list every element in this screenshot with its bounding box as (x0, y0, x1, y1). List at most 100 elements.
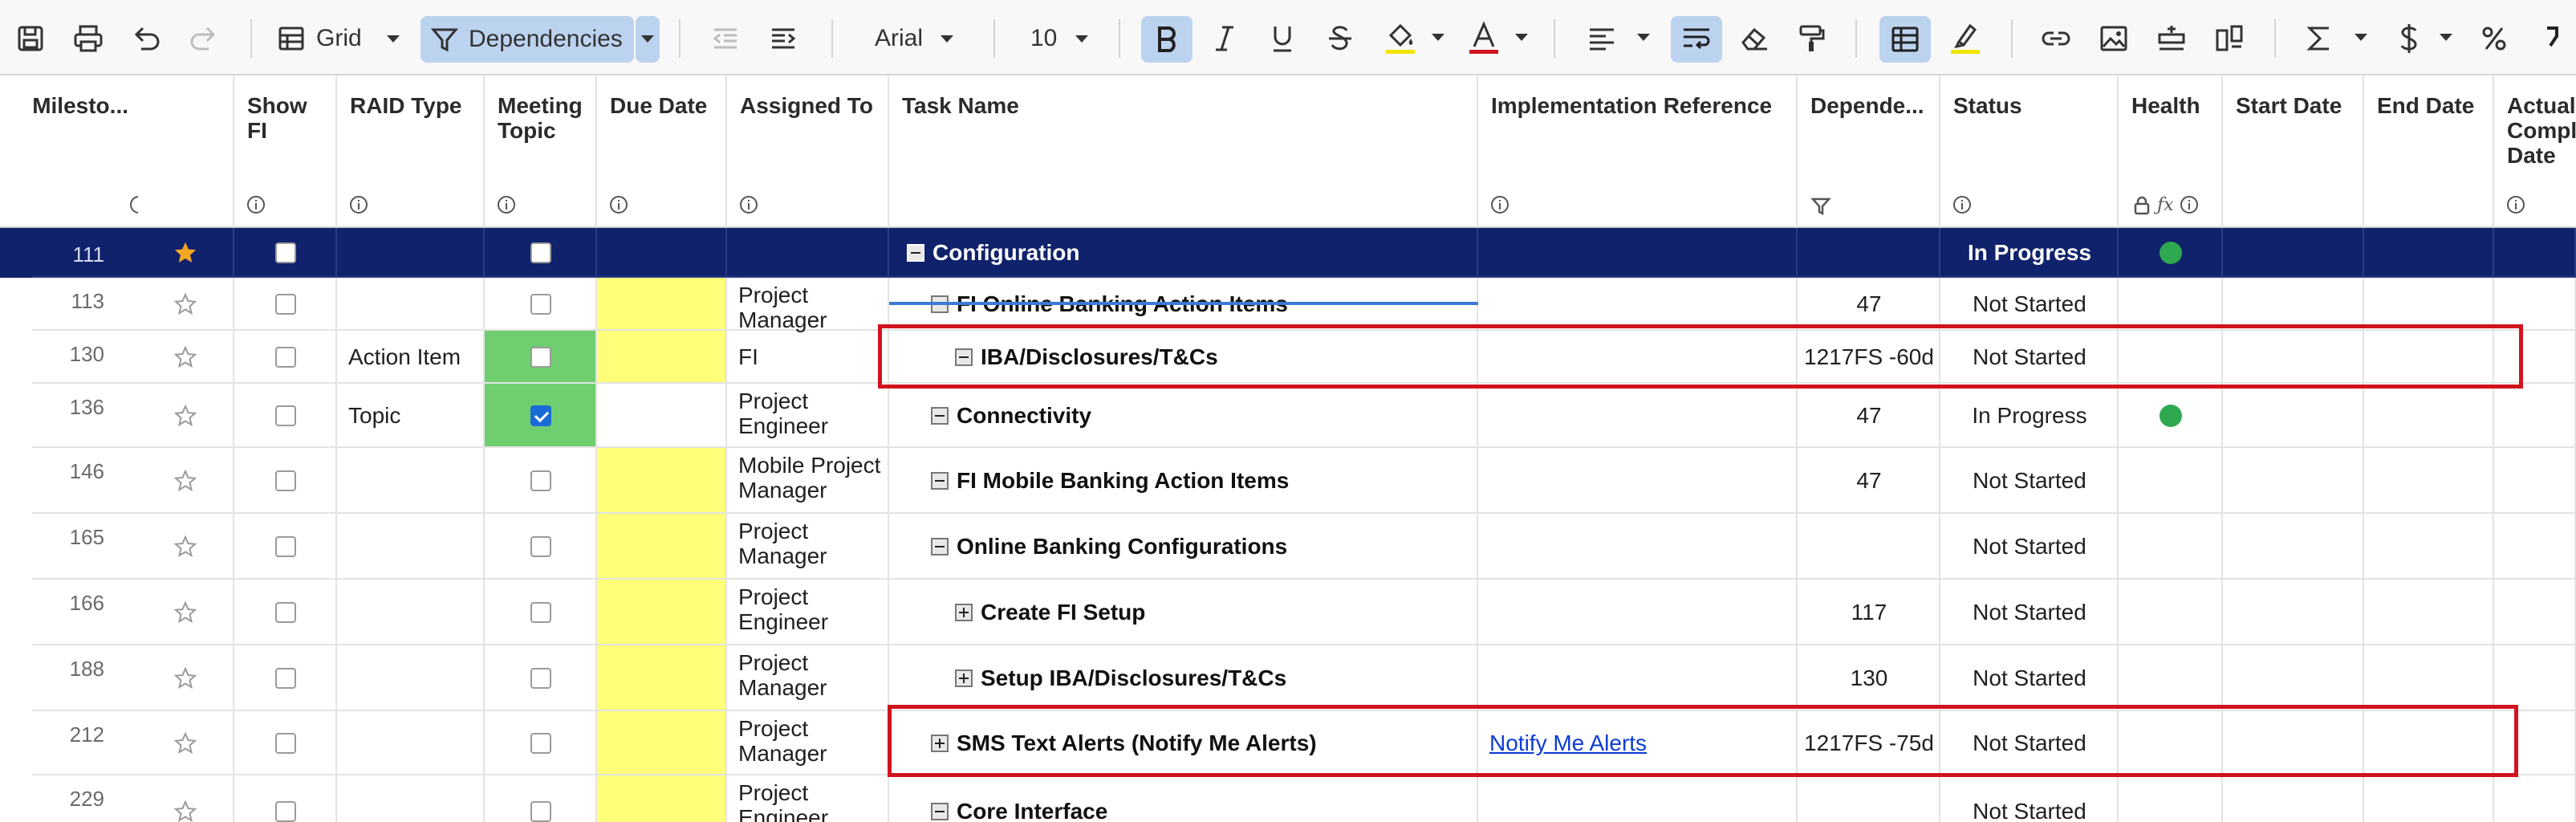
row-number[interactable]: 111 (32, 242, 112, 267)
table-row[interactable]: 229 Project Engineer Core Interface Not Sta… (0, 775, 2576, 822)
show-fi-checkbox[interactable] (275, 294, 296, 315)
row-number[interactable]: 113 (32, 289, 112, 314)
task-name[interactable]: Setup IBA/Disclosures/T&Cs (981, 665, 1286, 691)
table-cell[interactable] (2119, 514, 2223, 580)
status-value[interactable]: Not Started (1940, 665, 2119, 690)
filter-button[interactable]: Dependencies (421, 16, 634, 63)
table-cell[interactable] (337, 711, 485, 775)
table-cell[interactable] (2494, 278, 2576, 331)
underline-icon[interactable] (1263, 22, 1302, 55)
table-cell[interactable] (597, 384, 727, 448)
show-fi-checkbox[interactable] (275, 668, 296, 689)
star-icon[interactable] (174, 470, 197, 492)
percent-icon[interactable] (2475, 22, 2513, 55)
align-icon[interactable] (1583, 22, 1621, 55)
table-cell[interactable] (2119, 278, 2223, 331)
link-icon[interactable] (2037, 22, 2075, 55)
table-cell[interactable] (2364, 448, 2494, 514)
table-cell[interactable] (2364, 580, 2494, 645)
show-fi-checkbox[interactable] (275, 405, 296, 426)
star-icon[interactable] (174, 732, 197, 755)
status-value[interactable]: Not Started (1940, 534, 2119, 559)
text-color-icon[interactable] (1462, 19, 1505, 58)
table-cell[interactable] (597, 228, 727, 278)
meeting-topic-checkbox[interactable] (530, 668, 551, 689)
table-cell[interactable] (2223, 580, 2364, 645)
health-indicator[interactable] (2160, 242, 2182, 264)
table-cell[interactable] (337, 228, 485, 278)
highlight-icon[interactable] (1944, 19, 1987, 58)
table-cell[interactable] (337, 448, 485, 514)
status-value[interactable]: In Progress (1940, 240, 2119, 265)
column-header-end-date[interactable]: End Date (2364, 75, 2494, 228)
column-header-milestone[interactable] (138, 75, 234, 228)
row-number[interactable]: 212 (32, 722, 112, 747)
table-cell[interactable] (2494, 228, 2576, 278)
sum-dropdown-icon[interactable] (2355, 34, 2367, 41)
italic-icon[interactable] (1205, 22, 1244, 55)
table-cell[interactable] (337, 580, 485, 645)
star-icon[interactable] (174, 405, 197, 427)
column-header-actual-completion-date[interactable]: Actual Compl Date (2494, 75, 2576, 228)
info-icon[interactable] (350, 196, 368, 214)
collapse-icon[interactable] (907, 244, 924, 262)
status-value[interactable]: Not Started (1940, 799, 2119, 822)
fill-color-icon[interactable] (1379, 19, 1422, 58)
task-name[interactable]: Connectivity (957, 403, 1091, 429)
table-cell[interactable] (2364, 228, 2494, 278)
sum-icon[interactable] (2300, 22, 2338, 55)
status-value[interactable]: Not Started (1940, 600, 2119, 625)
row-number[interactable]: 165 (32, 525, 112, 550)
table-cell[interactable] (1798, 228, 1940, 278)
column-header-task-name[interactable]: Task Name (889, 75, 1478, 228)
table-cell[interactable] (2223, 514, 2364, 580)
meeting-topic-checkbox[interactable] (530, 242, 551, 263)
row-number[interactable]: 136 (32, 395, 112, 420)
table-cell[interactable] (1478, 278, 1798, 331)
table-cell[interactable] (2494, 384, 2576, 448)
star-icon[interactable] (174, 242, 197, 264)
table-cell[interactable] (597, 645, 727, 711)
table-cell[interactable] (2223, 278, 2364, 331)
show-fi-checkbox[interactable] (275, 242, 296, 263)
table-cell[interactable] (1478, 580, 1798, 645)
table-cell[interactable] (2494, 775, 2576, 822)
table-cell[interactable] (1478, 514, 1798, 580)
table-cell[interactable] (597, 775, 727, 822)
column-header-assigned-to[interactable]: Assigned To (727, 75, 889, 228)
star-icon[interactable] (174, 601, 197, 624)
column-header-start-date[interactable]: Start Date (2223, 75, 2364, 228)
column-header-dependencies[interactable]: Depende... (1798, 75, 1940, 228)
expand-icon[interactable] (955, 669, 973, 687)
row-number[interactable]: 166 (32, 591, 112, 616)
row-number[interactable]: 229 (32, 787, 112, 812)
collapse-icon[interactable] (931, 407, 949, 425)
table-cell[interactable] (2494, 645, 2576, 711)
show-fi-checkbox[interactable] (275, 470, 296, 491)
table-cell[interactable] (2119, 448, 2223, 514)
show-fi-checkbox[interactable] (275, 347, 296, 368)
table-cell[interactable] (597, 278, 727, 331)
collapse-icon[interactable] (931, 803, 949, 820)
table-row[interactable]: 165 Project Manager Online Banking Configu… (0, 514, 2576, 580)
meeting-topic-checkbox[interactable] (530, 801, 551, 822)
table-cell[interactable] (597, 580, 727, 645)
expand-icon[interactable] (955, 604, 973, 621)
filter-icon[interactable] (1810, 196, 1831, 217)
meeting-topic-checkbox[interactable] (530, 536, 551, 557)
star-icon[interactable] (174, 800, 197, 822)
table-cell[interactable] (597, 514, 727, 580)
table-cell[interactable] (597, 331, 727, 384)
column-header-status[interactable]: Status (1940, 75, 2119, 228)
task-name[interactable]: FI Mobile Banking Action Items (957, 468, 1289, 494)
table-cell[interactable] (1478, 448, 1798, 514)
view-switcher[interactable]: Grid (278, 22, 400, 55)
wrap-text-button[interactable] (1671, 16, 1722, 63)
table-row-section-header[interactable]: 111 Configuration In Progress (0, 228, 2576, 278)
task-name[interactable]: Configuration (932, 240, 1080, 266)
table-cell[interactable] (1478, 775, 1798, 822)
table-cell[interactable] (1478, 228, 1798, 278)
star-icon[interactable] (174, 293, 197, 315)
info-icon[interactable] (2507, 196, 2525, 214)
table-cell[interactable] (2364, 278, 2494, 331)
